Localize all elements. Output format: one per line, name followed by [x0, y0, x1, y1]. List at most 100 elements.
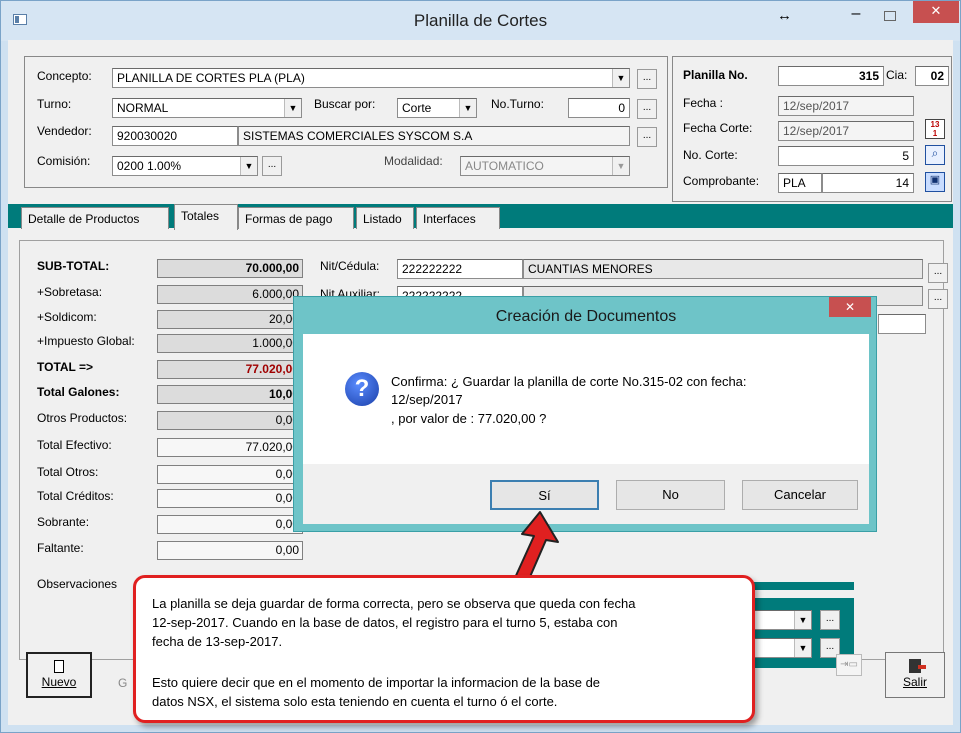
combo-1-ellipsis-button[interactable]: ... — [820, 610, 840, 630]
noturno-ellipsis-button[interactable]: ... — [637, 99, 657, 119]
total-otros-label: Total Otros: — [37, 465, 99, 479]
dialog-title: Creación de Documentos — [495, 308, 677, 325]
sobrante-value: 0,00 — [157, 515, 303, 534]
turno-value: NORMAL — [117, 101, 169, 115]
salir-button[interactable]: Salir — [885, 652, 945, 698]
chevron-down-icon[interactable]: ▼ — [284, 99, 301, 117]
total-efectivo-value: 77.020,00 — [157, 438, 303, 457]
soldicom-value: 20,00 — [157, 310, 303, 329]
buscar-value: Corte — [402, 101, 432, 115]
modalidad-select[interactable]: AUTOMATICO ▼ — [460, 156, 630, 176]
calendar-icon[interactable]: 13 1 — [925, 119, 945, 139]
aux-extra-field[interactable] — [878, 314, 926, 334]
otros-productos-value: 0,00 — [157, 411, 303, 430]
chevron-down-icon[interactable]: ▼ — [240, 157, 257, 175]
comision-select[interactable]: 0200 1.00% ▼ — [112, 156, 258, 176]
combo-1[interactable]: ▼ — [752, 610, 812, 630]
nit-input[interactable]: 222222222 — [397, 259, 523, 279]
planilla-input[interactable]: 315 — [778, 66, 884, 86]
fecha-corte-label: Fecha Corte: — [683, 121, 753, 135]
yes-button[interactable]: Sí — [490, 480, 599, 510]
question-icon: ? — [345, 372, 379, 406]
callout-p1-line2: 12-sep-2017. Cuando en la base de datos,… — [152, 615, 618, 630]
minimize-button[interactable]: – — [843, 5, 869, 27]
title-bar: Planilla de Cortes ↔ – ✕ — [1, 1, 960, 41]
search-person-icon[interactable]: ⌕ — [925, 145, 945, 165]
comprobante-code-field[interactable]: PLA — [778, 173, 822, 193]
nit-ellipsis-button[interactable]: ... — [928, 263, 948, 283]
view-document-icon[interactable]: ▣ — [925, 172, 945, 192]
tab-formas-pago[interactable]: Formas de pago — [238, 207, 354, 229]
new-document-icon — [54, 660, 64, 673]
salir-label: Salir — [902, 675, 927, 689]
faltante-value: 0,00 — [157, 541, 303, 560]
no-corte-input[interactable]: 5 — [778, 146, 914, 166]
impuesto-global-value: 1.000,00 — [157, 334, 303, 353]
buscar-select[interactable]: Corte ▼ — [397, 98, 477, 118]
vendedor-label: Vendedor: — [37, 124, 92, 138]
import-icon[interactable]: ⇥▭ — [836, 654, 862, 676]
modalidad-label: Modalidad: — [384, 154, 443, 168]
total-galones-value: 10,00 — [157, 385, 303, 404]
vendedor-ellipsis-button[interactable]: ... — [637, 127, 657, 147]
fecha-label: Fecha : — [683, 96, 724, 110]
comprobante-label: Comprobante: — [683, 174, 760, 188]
total-value: 77.020,00 — [157, 360, 303, 379]
tab-detalle-productos[interactable]: Detalle de Productos — [21, 207, 169, 229]
tab-totales[interactable]: Totales — [174, 204, 238, 230]
fecha-field: 12/sep/2017 — [778, 96, 914, 116]
concepto-value: PLANILLA DE CORTES PLA (PLA) — [117, 71, 305, 85]
chevron-down-icon[interactable]: ▼ — [794, 639, 811, 657]
no-button[interactable]: No — [616, 480, 725, 510]
maximize-button[interactable] — [877, 5, 903, 27]
concepto-label: Concepto: — [37, 69, 92, 83]
comision-label: Comisión: — [37, 154, 91, 168]
cancel-button[interactable]: Cancelar — [742, 480, 858, 510]
chevron-down-icon[interactable]: ▼ — [612, 69, 629, 87]
combo-2[interactable]: ▼ — [752, 638, 812, 658]
nuevo-button[interactable]: Nuevo — [26, 652, 92, 698]
cia-input[interactable]: 02 — [915, 66, 949, 86]
dialog-close-button[interactable]: ✕ — [829, 297, 871, 317]
comision-ellipsis-button[interactable]: ... — [262, 156, 282, 176]
close-button[interactable]: ✕ — [913, 1, 959, 23]
impuesto-global-label: +Impuesto Global: — [37, 334, 135, 348]
total-label: TOTAL => — [37, 360, 94, 374]
noturno-label: No.Turno: — [491, 97, 544, 111]
tab-listado[interactable]: Listado — [356, 207, 414, 229]
otros-productos-label: Otros Productos: — [37, 411, 128, 425]
nit-aux-ellipsis-button[interactable]: ... — [928, 289, 948, 309]
noturno-input[interactable]: 0 — [568, 98, 630, 118]
chevron-down-icon[interactable]: ▼ — [459, 99, 476, 117]
callout-p1-line1: La planilla se deja guardar de forma cor… — [152, 596, 636, 611]
chevron-down-icon[interactable]: ▼ — [794, 611, 811, 629]
comprobante-value-field[interactable]: 14 — [822, 173, 914, 193]
guardar-button-partial[interactable]: G — [118, 676, 127, 690]
callout-p2-line2: datos NSX, el sistema solo esta teniendo… — [152, 694, 558, 709]
concepto-select[interactable]: PLANILLA DE CORTES PLA (PLA) ▼ — [112, 68, 630, 88]
chevron-down-icon[interactable]: ▼ — [612, 157, 629, 175]
soldicom-label: +Soldicom: — [37, 310, 97, 324]
nit-label: Nit/Cédula: — [320, 259, 380, 273]
dialog-message-line2: 12/sep/2017 — [391, 392, 463, 407]
resize-arrows-icon[interactable]: ↔ — [777, 7, 792, 24]
nuevo-label: Nuevo — [41, 675, 77, 689]
concepto-ellipsis-button[interactable]: ... — [637, 69, 657, 89]
total-otros-value: 0,00 — [157, 465, 303, 484]
sobretasa-value: 6.000,00 — [157, 285, 303, 304]
dialog-message-line1: Confirma: ¿ Guardar la planilla de corte… — [391, 374, 747, 389]
total-efectivo-label: Total Efectivo: — [37, 438, 112, 452]
vendedor-name-field: SISTEMAS COMERCIALES SYSCOM S.A — [238, 126, 630, 146]
teal-strip — [740, 582, 854, 590]
cia-label: Cia: — [886, 68, 908, 82]
buscar-label: Buscar por: — [314, 97, 376, 111]
vendedor-code-input[interactable]: 920030020 — [112, 126, 238, 146]
faltante-label: Faltante: — [37, 541, 84, 555]
tab-interfaces[interactable]: Interfaces — [416, 207, 500, 229]
turno-select[interactable]: NORMAL ▼ — [112, 98, 302, 118]
total-creditos-value: 0,00 — [157, 489, 303, 508]
no-corte-label: No. Corte: — [683, 148, 738, 162]
dialog-message-line3: , por valor de : 77.020,00 ? — [391, 411, 547, 426]
sobretasa-label: +Sobretasa: — [37, 285, 103, 299]
callout-p1-line3: fecha de 13-sep-2017. — [152, 634, 283, 649]
